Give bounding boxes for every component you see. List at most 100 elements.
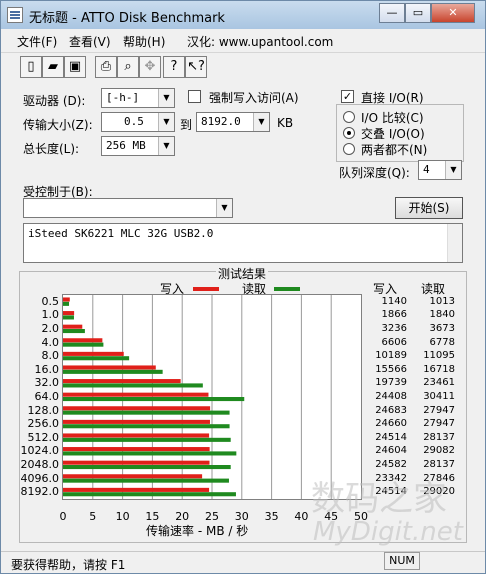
legend-read-swatch (274, 287, 300, 291)
write-value: 19739 (375, 377, 407, 389)
menu-file[interactable]: 文件(F) (17, 33, 57, 50)
drive-value: [-h-] (106, 91, 140, 104)
write-bar (63, 406, 211, 411)
y-tick-label: 256.0 (27, 417, 60, 431)
read-value: 27947 (423, 404, 455, 416)
drive-label: 驱动器 (D): (23, 94, 86, 108)
force-write-label: 强制写入访问(A) (209, 91, 299, 105)
read-bar (63, 383, 203, 388)
write-bar (63, 379, 181, 384)
context-help-icon[interactable]: ↖? (185, 56, 207, 78)
write-bar (63, 460, 210, 465)
queue-depth-value: 4 (423, 163, 430, 176)
legend-write-swatch (193, 287, 219, 291)
transfer-from-select[interactable]: 0.5 ▼ (101, 112, 175, 132)
read-bar (63, 301, 70, 306)
x-tick-label: 5 (89, 510, 97, 523)
write-bar (63, 474, 203, 479)
help-icon[interactable]: ? (163, 56, 185, 78)
transfer-size-label: 传输大小(Z): (23, 118, 93, 132)
force-write-checkbox[interactable] (188, 90, 201, 103)
x-tick-label: 10 (115, 510, 130, 523)
minimize-button[interactable]: — (379, 3, 405, 23)
io-compare-radio[interactable] (343, 111, 355, 123)
write-value: 24514 (375, 431, 407, 443)
read-value: 30411 (423, 391, 455, 402)
write-value: 24604 (375, 445, 407, 457)
print-icon[interactable]: ⎙ (95, 56, 117, 78)
controlled-by-select[interactable]: ▼ (23, 198, 233, 218)
read-value: 27947 (423, 418, 455, 430)
save-icon[interactable]: ▣ (64, 56, 86, 78)
kb-label: KB (277, 116, 294, 130)
chevron-down-icon[interactable]: ▼ (253, 113, 269, 131)
y-tick-label: 8.0 (41, 349, 60, 363)
status-text: 要获得帮助，请按 F1 (11, 558, 126, 572)
description-scrollbar[interactable] (447, 224, 462, 262)
read-value: 1013 (429, 295, 455, 307)
io-compare-label: I/O 比较(C) (361, 111, 424, 125)
menu-view[interactable]: 查看(V) (69, 33, 111, 50)
write-value: 10189 (375, 350, 407, 362)
column-read-header: 读取 (421, 282, 446, 296)
menu-help[interactable]: 帮助(H) (123, 33, 165, 50)
x-tick-label: 0 (59, 510, 67, 523)
y-tick-label: 8192.0 (20, 485, 60, 499)
new-icon[interactable]: ▯ (20, 56, 42, 78)
write-bar (63, 365, 156, 370)
chevron-down-icon[interactable]: ▼ (158, 113, 174, 131)
write-bar (63, 297, 70, 302)
write-value: 1866 (381, 309, 407, 321)
overlapped-io-radio[interactable] (343, 127, 355, 139)
neither-radio[interactable] (343, 143, 355, 155)
move-icon[interactable]: ✥ (139, 56, 161, 78)
description-field[interactable]: iSteed SK6221 MLC 32G USB2.0 (23, 223, 463, 263)
read-value: 23461 (423, 377, 455, 389)
maximize-button[interactable]: ▭ (405, 3, 431, 23)
transfer-to-value: 8192.0 (201, 115, 241, 128)
write-value: 24683 (375, 404, 407, 416)
queue-depth-select[interactable]: 4 ▼ (418, 160, 462, 180)
transfer-to-select[interactable]: 8192.0 ▼ (196, 112, 270, 132)
read-bar (63, 478, 229, 483)
read-bar (63, 451, 237, 456)
title-bar[interactable]: 无标题 - ATTO Disk Benchmark — ▭ ✕ (1, 1, 485, 29)
read-bar (63, 369, 163, 374)
write-value: 15566 (375, 363, 407, 375)
write-bar (63, 419, 210, 424)
to-label: 到 (180, 118, 193, 132)
x-tick-label: 40 (294, 510, 309, 523)
y-tick-label: 64.0 (34, 390, 60, 403)
chevron-down-icon[interactable]: ▼ (445, 161, 461, 179)
read-bar (63, 437, 231, 442)
window-title: 无标题 - ATTO Disk Benchmark (29, 11, 225, 26)
chevron-down-icon[interactable]: ▼ (216, 199, 232, 217)
write-bar (63, 338, 103, 343)
x-axis-label: 传输速率 - MB / 秒 (146, 524, 249, 538)
write-bar (63, 311, 75, 316)
y-tick-label: 16.0 (34, 362, 60, 376)
read-value: 28137 (423, 459, 455, 470)
close-button[interactable]: ✕ (431, 3, 475, 23)
open-icon[interactable]: ▰ (42, 56, 64, 78)
drive-select[interactable]: [-h-] ▼ (101, 88, 175, 108)
read-value: 3673 (429, 323, 455, 334)
chevron-down-icon[interactable]: ▼ (158, 137, 174, 155)
direct-io-checkbox[interactable]: ✓ (341, 90, 354, 103)
read-bar (63, 492, 236, 497)
watermark-line2: MyDigit.net (313, 517, 463, 547)
print-preview-icon[interactable]: ⌕ (117, 56, 139, 78)
read-value: 11095 (423, 350, 455, 362)
total-length-select[interactable]: 256 MB ▼ (101, 136, 175, 156)
y-tick-label: 4096.0 (20, 471, 60, 485)
start-button[interactable]: 开始(S) (395, 197, 463, 219)
read-bar (63, 342, 104, 347)
description-text: iSteed SK6221 MLC 32G USB2.0 (28, 227, 214, 240)
chevron-down-icon[interactable]: ▼ (158, 89, 174, 107)
write-bar (63, 392, 209, 397)
read-value: 16718 (423, 363, 455, 375)
y-tick-label: 32.0 (34, 376, 60, 390)
read-value: 29082 (423, 445, 455, 457)
write-value: 24660 (375, 418, 407, 430)
y-tick-label: 128.0 (27, 403, 60, 417)
